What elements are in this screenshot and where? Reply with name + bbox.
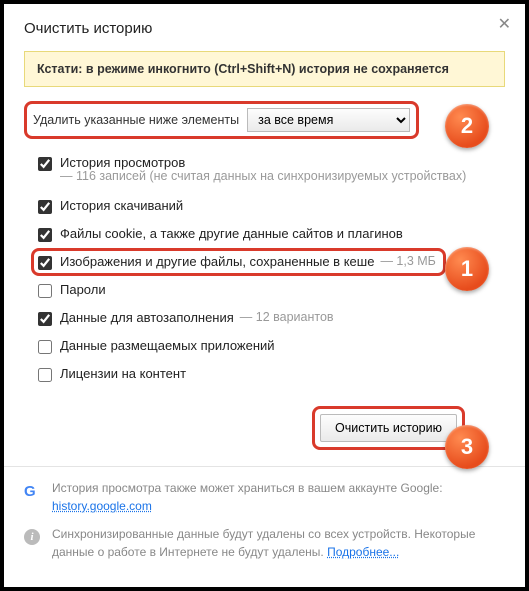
dialog-title: Очистить историю (24, 20, 505, 37)
footer-google-row: G История просмотра также может хранитьс… (24, 479, 505, 515)
checkbox-hosted[interactable] (38, 340, 52, 354)
time-range-label: Удалить указанные ниже элементы (33, 113, 239, 127)
option-licenses: Лицензии на контент (38, 360, 505, 388)
option-detail: — 116 записей (не считая данных на синхр… (60, 168, 466, 186)
option-hosted: Данные размещаемых приложений (38, 332, 505, 360)
annotation-badge-2: 2 (445, 104, 489, 148)
annotation-badge-1: 1 (445, 247, 489, 291)
option-label: Данные для автозаполнения (60, 310, 234, 325)
checkbox-passwords[interactable] (38, 284, 52, 298)
options-list: История просмотров — 116 записей (не счи… (24, 149, 505, 388)
option-label: Лицензии на контент (60, 366, 186, 381)
footer-sync-text: Синхронизированные данные будут удалены … (52, 527, 475, 559)
option-downloads: История скачиваний (38, 192, 505, 220)
clear-button-highlight: Очистить историю (312, 406, 465, 450)
option-label: История скачиваний (60, 198, 183, 213)
option-label: Данные размещаемых приложений (60, 338, 275, 353)
checkbox-autofill[interactable] (38, 312, 52, 326)
option-label: Файлы cookie, а также другие данные сайт… (60, 226, 403, 241)
incognito-banner: Кстати: в режиме инкогнито (Ctrl+Shift+N… (24, 51, 505, 87)
footer-sync-row: i Синхронизированные данные будут удален… (24, 525, 505, 561)
option-autofill: Данные для автозаполнения — 12 вариантов (38, 304, 505, 332)
action-row: Очистить историю (24, 406, 465, 450)
checkbox-cache[interactable] (38, 256, 52, 270)
checkbox-licenses[interactable] (38, 368, 52, 382)
clear-history-dialog: ✕ Очистить историю Кстати: в режиме инко… (4, 4, 525, 587)
option-cache: Изображения и другие файлы, сохраненные … (31, 248, 446, 276)
time-range-select[interactable]: за все время (247, 108, 410, 132)
info-icon: i (24, 527, 42, 545)
google-history-link[interactable]: history.google.com (52, 499, 152, 513)
option-browsing: История просмотров — 116 записей (не счи… (38, 149, 505, 192)
option-detail: — 12 вариантов (240, 310, 334, 324)
option-detail: — 1,3 МБ (380, 254, 435, 268)
option-passwords: Пароли (38, 276, 505, 304)
checkbox-downloads[interactable] (38, 200, 52, 214)
option-cookies: Файлы cookie, а также другие данные сайт… (38, 220, 505, 248)
close-icon[interactable]: ✕ (498, 14, 511, 34)
option-label: Изображения и другие файлы, сохраненные … (60, 254, 374, 269)
annotation-badge-3: 3 (445, 425, 489, 469)
footer-google-text: История просмотра также может храниться … (52, 481, 443, 495)
footer: G История просмотра также может хранитьс… (24, 467, 505, 583)
checkbox-browsing[interactable] (38, 157, 52, 171)
clear-history-button[interactable]: Очистить историю (320, 414, 457, 442)
google-icon: G (24, 481, 42, 504)
option-label: Пароли (60, 282, 106, 297)
checkbox-cookies[interactable] (38, 228, 52, 242)
learn-more-link[interactable]: Подробнее... (327, 545, 399, 559)
time-range-row: Удалить указанные ниже элементы за все в… (24, 101, 419, 139)
